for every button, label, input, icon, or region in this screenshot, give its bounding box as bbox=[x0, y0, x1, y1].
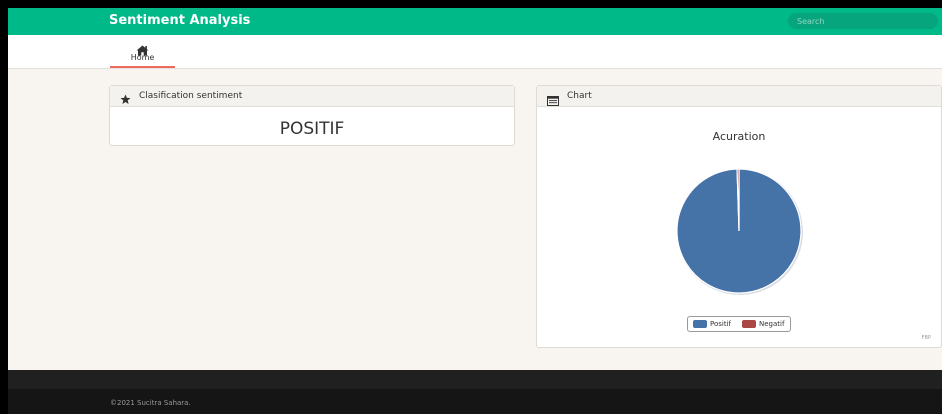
legend-label-positif[interactable]: Positif bbox=[710, 320, 731, 329]
home-icon bbox=[136, 41, 149, 56]
classification-panel-heading: Clasification sentiment bbox=[110, 86, 514, 107]
legend-swatch-negatif[interactable] bbox=[742, 320, 756, 328]
nav-item-home-label: Home bbox=[130, 53, 155, 62]
nav-bar: Home bbox=[8, 35, 942, 69]
chart-credits[interactable]: FBP bbox=[922, 335, 931, 342]
copyright-text: ©2021 Sucitra Sahara. bbox=[110, 399, 191, 407]
legend-label-negatif[interactable]: Negatif bbox=[759, 320, 784, 329]
chart-panel: Chart Acuration Positif Negatif FBP bbox=[536, 85, 942, 348]
brand-title[interactable]: Sentiment Analysis bbox=[109, 13, 250, 29]
classification-panel: Clasification sentiment POSITIF bbox=[109, 85, 515, 146]
chart-legend: Positif Negatif bbox=[687, 316, 791, 332]
chart-panel-title: Chart bbox=[567, 91, 592, 101]
classification-panel-title: Clasification sentiment bbox=[139, 91, 243, 101]
footer-bar bbox=[8, 370, 942, 389]
star-icon bbox=[120, 90, 131, 104]
nav-item-home[interactable]: Home bbox=[110, 35, 175, 68]
top-bar: Sentiment Analysis bbox=[8, 8, 942, 35]
pie-chart bbox=[676, 168, 803, 295]
app-window: Sentiment Analysis Home Clasification se… bbox=[8, 8, 942, 414]
legend-swatch-positif[interactable] bbox=[693, 320, 707, 328]
chart-icon bbox=[547, 91, 559, 106]
chart-title: Acuration bbox=[712, 130, 766, 143]
chart-panel-heading: Chart bbox=[537, 86, 941, 107]
search-input[interactable] bbox=[788, 13, 938, 29]
footer: ©2021 Sucitra Sahara. bbox=[8, 389, 942, 414]
sentiment-result: POSITIF bbox=[279, 119, 345, 139]
